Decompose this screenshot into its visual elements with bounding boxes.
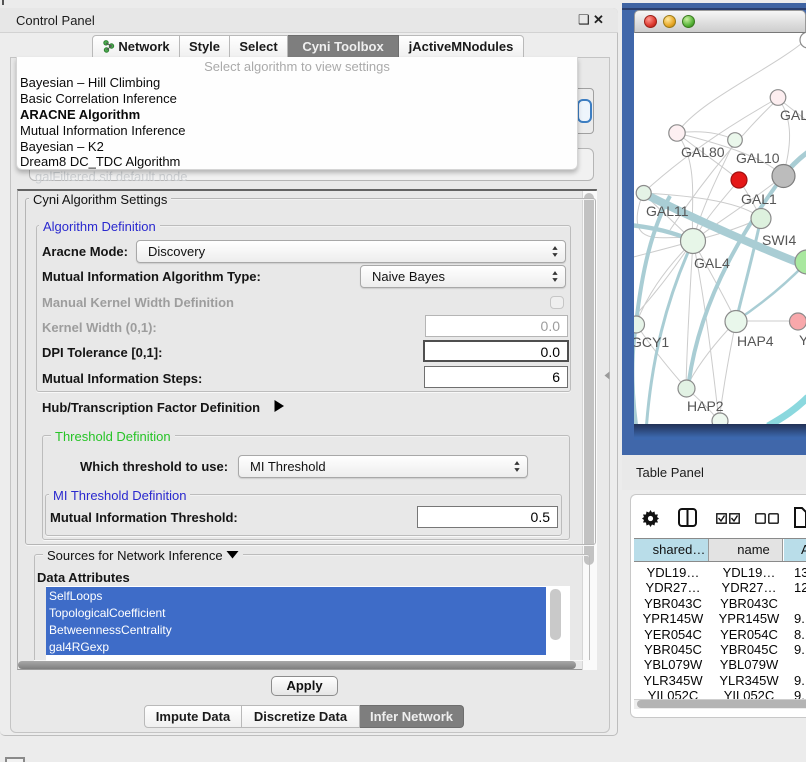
svg-text:HAP4: HAP4 — [737, 333, 774, 349]
svg-text:GAL4: GAL4 — [694, 255, 730, 271]
svg-text:SWI4: SWI4 — [762, 232, 796, 248]
svg-text:GAL10: GAL10 — [736, 150, 780, 166]
svg-text:GAL80: GAL80 — [681, 144, 725, 160]
svg-text:GAL1: GAL1 — [741, 191, 777, 207]
svg-text:HAP2: HAP2 — [687, 398, 724, 414]
svg-text:Y: Y — [799, 332, 806, 348]
svg-text:GAL11: GAL11 — [646, 203, 689, 219]
svg-text:GAL7: GAL7 — [780, 107, 806, 123]
svg-text:GCY1: GCY1 — [634, 334, 669, 350]
